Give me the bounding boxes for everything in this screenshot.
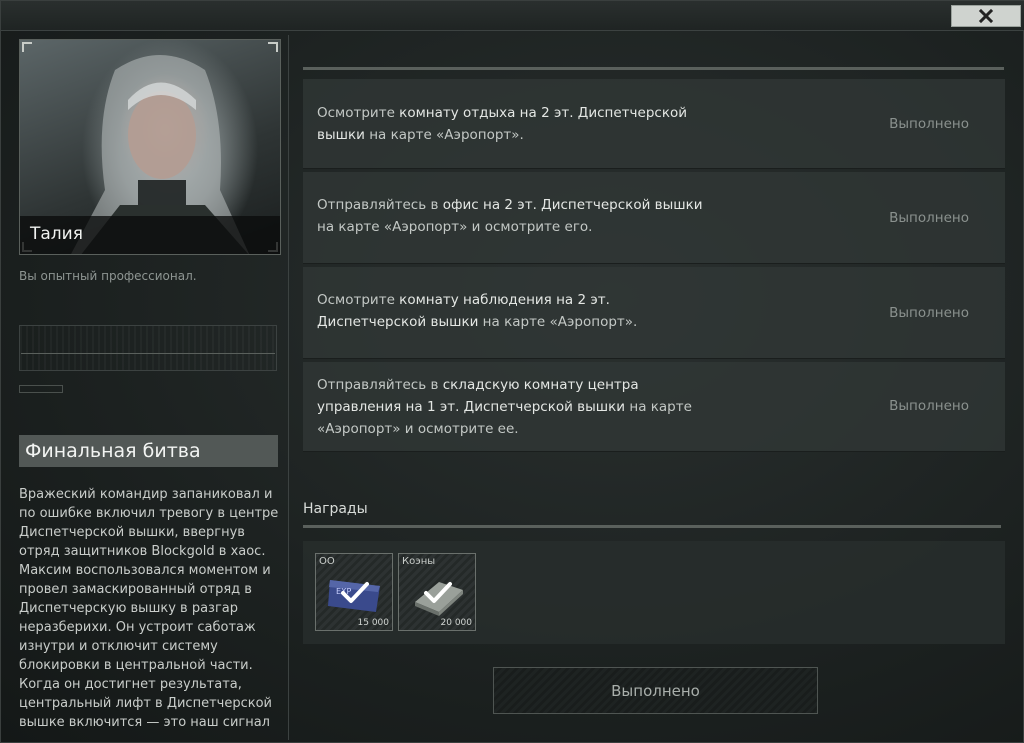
reputation-graph-line	[21, 353, 275, 354]
task-description: Осмотрите комнату отдыха на 2 эт. Диспет…	[317, 102, 717, 146]
reward-item-money[interactable]: Коэны 20 000	[398, 553, 476, 631]
task-status: Выполнено	[889, 116, 969, 132]
quest-description: Вражеский командир запаниковал и по ошиб…	[19, 487, 279, 735]
task-row: Осмотрите комнату отдыха на 2 эт. Диспет…	[303, 79, 1005, 169]
rewards-divider	[303, 525, 1001, 528]
task-text-part: Отправляйтесь в	[317, 377, 443, 393]
trader-subtitle: Вы опытный профессионал.	[19, 269, 197, 283]
portrait-corner	[22, 42, 32, 52]
quest-title: Финальная битва	[19, 435, 278, 467]
task-row: Отправляйтесь в офис на 2 эт. Диспетчерс…	[303, 172, 1005, 264]
reward-count: 20 000	[440, 618, 473, 628]
reward-item-exp[interactable]: ОО EXP 15 000	[315, 553, 393, 631]
trader-portrait: Талия	[19, 39, 281, 255]
reward-name: ОО	[319, 556, 335, 567]
trader-name: Талия	[20, 216, 280, 254]
task-text-part: на карте «Аэропорт».	[364, 127, 524, 143]
close-icon	[978, 8, 994, 24]
task-row: Отправляйтесь в складскую комнату центра…	[303, 362, 1005, 452]
task-description: Осмотрите комнату наблюдения на 2 эт. Ди…	[317, 289, 717, 333]
complete-button[interactable]: Выполнено	[493, 667, 818, 714]
task-status: Выполнено	[889, 210, 969, 226]
task-text-part: Отправляйтесь в	[317, 197, 443, 213]
close-button[interactable]	[951, 5, 1021, 27]
reward-name: Коэны	[402, 556, 436, 567]
check-icon	[341, 582, 369, 603]
task-description: Отправляйтесь в складскую комнату центра…	[317, 374, 717, 440]
reputation-graph	[19, 325, 277, 371]
tasks-divider	[303, 67, 1004, 70]
task-text-part: офис на 2 эт. Диспетчерской вышки	[442, 197, 703, 213]
title-bar	[1, 1, 1024, 31]
rewards-panel: ОО EXP 15 000 Коэны 20 000	[303, 541, 1005, 644]
reputation-badge	[19, 385, 63, 393]
portrait-corner	[268, 42, 278, 52]
task-text-part: Осмотрите	[317, 105, 400, 121]
task-text-part: на карте «Аэропорт».	[478, 314, 638, 330]
task-description: Отправляйтесь в офис на 2 эт. Диспетчерс…	[317, 194, 717, 238]
rewards-title: Награды	[303, 501, 368, 517]
check-icon	[424, 582, 452, 603]
reward-count: 15 000	[357, 618, 390, 628]
task-status: Выполнено	[889, 305, 969, 321]
quest-window: Талия Вы опытный профессионал. Финальная…	[0, 0, 1024, 743]
task-row: Осмотрите комнату наблюдения на 2 эт. Ди…	[303, 267, 1005, 359]
task-list: Осмотрите комнату отдыха на 2 эт. Диспет…	[303, 79, 1005, 455]
task-status: Выполнено	[889, 398, 969, 414]
trader-panel: Талия Вы опытный профессионал. Финальная…	[9, 35, 289, 740]
task-text-part: на карте «Аэропорт» и осмотрите его.	[317, 219, 593, 235]
task-text-part: Осмотрите	[317, 292, 400, 308]
